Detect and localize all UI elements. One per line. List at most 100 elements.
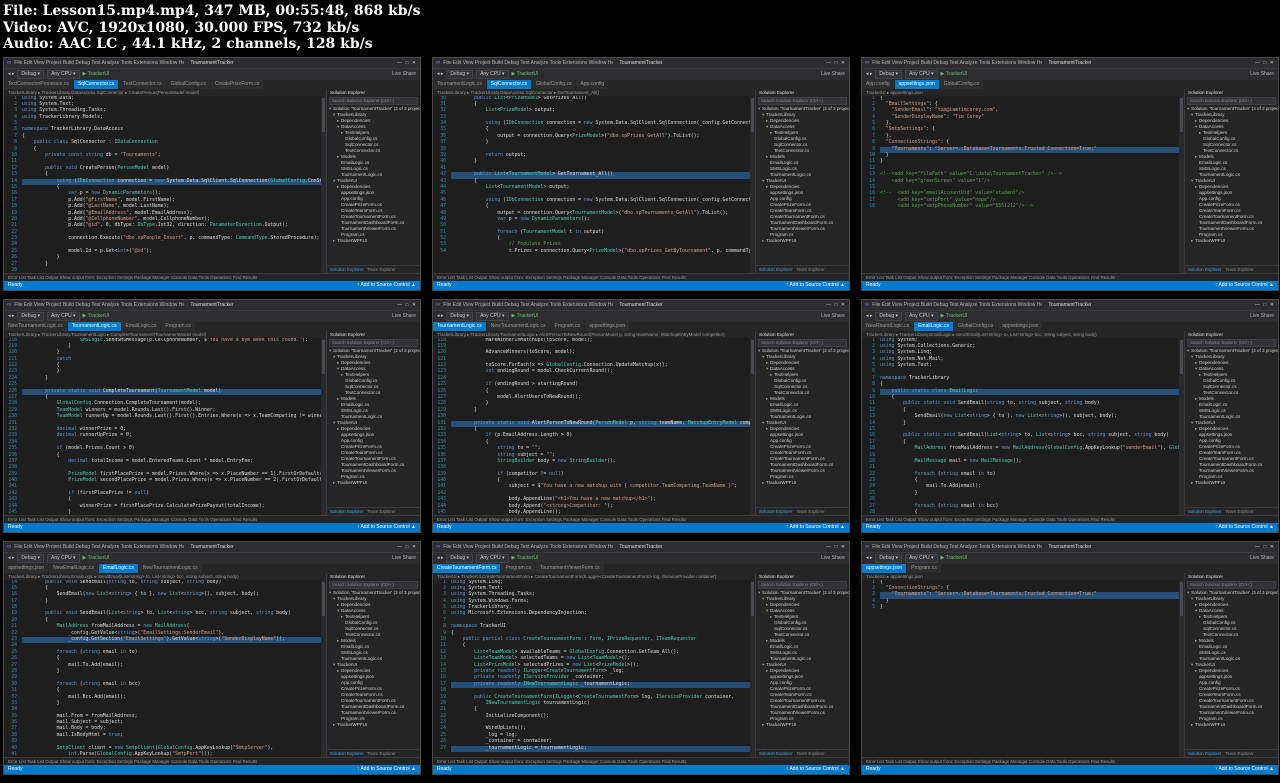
start-debug-button[interactable]: ▶ TrackerUI	[83, 313, 110, 319]
panel-tab[interactable]: Team Explorer	[367, 750, 395, 757]
document-tab[interactable]: SqlConnector.cs	[486, 79, 532, 89]
menu-bar[interactable]: File Edit View Project Build Debug Test …	[443, 60, 613, 66]
menu-bar[interactable]: File Edit View Project Build Debug Test …	[14, 544, 184, 550]
panel-tab[interactable]: Solution Explorer	[1188, 750, 1221, 757]
document-tab[interactable]: appsettings.json	[585, 321, 630, 331]
tree-item[interactable]: ▸ TrackerWPFUI	[1185, 480, 1278, 486]
panel-tab[interactable]: Solution Explorer	[330, 508, 363, 515]
solution-explorer-search-input[interactable]: Search Solution Explorer (Ctrl+;)	[329, 580, 418, 589]
document-tab[interactable]: appsettings.json	[862, 563, 907, 573]
solution-explorer-search-input[interactable]: Search Solution Explorer (Ctrl+;)	[1187, 338, 1276, 347]
editor-breadcrumb[interactable]: TrackerLibrary ▸ TrackerLibrary.EmailLog…	[4, 572, 326, 580]
live-share-button[interactable]: Live Share	[821, 555, 845, 561]
solution-explorer-search-input[interactable]: Search Solution Explorer (Ctrl+;)	[758, 580, 847, 589]
panel-tab[interactable]: Team Explorer	[796, 266, 824, 273]
document-tab[interactable]: EmailLogic.cs	[121, 321, 161, 331]
start-debug-button[interactable]: ▶ TrackerUI	[941, 313, 968, 319]
live-share-button[interactable]: Live Share	[392, 71, 416, 77]
menu-bar[interactable]: File Edit View Project Build Debug Test …	[14, 302, 184, 308]
solution-explorer-search-input[interactable]: Search Solution Explorer (Ctrl+;)	[758, 96, 847, 105]
window-buttons[interactable]: — □ ✕	[397, 302, 417, 308]
tree-item[interactable]: ▸ TrackerWPFUI	[1185, 238, 1278, 244]
editor-scrollbar[interactable]	[1179, 95, 1184, 273]
document-tab[interactable]: TournamentLogic.cs	[67, 321, 121, 331]
nav-back-forward-icons[interactable]: ◂ ▸	[8, 313, 14, 319]
window-buttons[interactable]: — □ ✕	[1255, 302, 1275, 308]
live-share-button[interactable]: Live Share	[1250, 71, 1274, 77]
panel-tab[interactable]: Solution Explorer	[759, 750, 792, 757]
panel-tab[interactable]: Team Explorer	[367, 266, 395, 273]
editor-breadcrumb[interactable]: TrackerLibrary ▸ TrackerLibrary.Tourname…	[4, 330, 326, 338]
platform-dropdown[interactable]: Any CPU ▾	[905, 69, 938, 79]
editor-breadcrumb[interactable]: TrackerLibrary ▸ TrackerLibrary.DataAcce…	[4, 88, 326, 96]
add-to-source-control-button[interactable]: ↑ Add to Source Control ▲	[1215, 766, 1274, 772]
configuration-dropdown[interactable]: Debug ▾	[17, 553, 45, 563]
editor-breadcrumb[interactable]: TrackerLibrary ▸ TrackerLibrary.DataAcce…	[433, 88, 755, 96]
add-to-source-control-button[interactable]: ↑ Add to Source Control ▲	[1215, 524, 1274, 530]
platform-dropdown[interactable]: Any CPU ▾	[47, 553, 80, 563]
document-tab[interactable]: GlobalConfig.cs	[166, 79, 210, 89]
configuration-dropdown[interactable]: Debug ▾	[875, 553, 903, 563]
panel-tab[interactable]: Team Explorer	[367, 508, 395, 515]
bottom-panel-tabs[interactable]: Error List Task List Output Show output …	[433, 756, 849, 765]
bottom-panel-tabs[interactable]: Error List Task List Output Show output …	[4, 272, 420, 281]
configuration-dropdown[interactable]: Debug ▾	[17, 69, 45, 79]
platform-dropdown[interactable]: Any CPU ▾	[476, 311, 509, 321]
document-tab[interactable]: TextConnector.cs	[119, 79, 166, 89]
add-to-source-control-button[interactable]: ↑ Add to Source Control ▲	[786, 766, 845, 772]
nav-back-forward-icons[interactable]: ◂ ▸	[866, 71, 872, 77]
tree-item[interactable]: ▸ TrackerWPFUI	[756, 722, 849, 728]
bottom-panel-tabs[interactable]: Error List Task List Output Show output …	[433, 272, 849, 281]
panel-tab[interactable]: Team Explorer	[1225, 508, 1253, 515]
editor-scrollbar[interactable]	[321, 579, 326, 757]
document-tab[interactable]: CreateTournamentForm.cs	[433, 563, 501, 573]
code-lines[interactable]: using System; using System.Collections.Ge…	[877, 338, 1179, 515]
start-debug-button[interactable]: ▶ TrackerUI	[512, 71, 539, 77]
bottom-panel-tabs[interactable]: Error List Task List Output Show output …	[862, 756, 1278, 765]
panel-tab[interactable]: Team Explorer	[796, 750, 824, 757]
add-to-source-control-button[interactable]: ↑ Add to Source Control ▲	[357, 524, 416, 530]
tree-item[interactable]: ▸ TrackerWPFUI	[756, 238, 849, 244]
document-tab[interactable]: NewTournamentLogic.cs	[486, 321, 550, 331]
document-tab[interactable]: appsettings.json	[4, 563, 49, 573]
menu-bar[interactable]: File Edit View Project Build Debug Test …	[872, 302, 1042, 308]
document-tab[interactable]: GlobalConfig.cs	[532, 79, 576, 89]
window-buttons[interactable]: — □ ✕	[826, 60, 846, 66]
solution-explorer-search-input[interactable]: Search Solution Explorer (Ctrl+;)	[758, 338, 847, 347]
menu-bar[interactable]: File Edit View Project Build Debug Test …	[443, 544, 613, 550]
window-buttons[interactable]: — □ ✕	[1255, 544, 1275, 550]
menu-bar[interactable]: File Edit View Project Build Debug Test …	[872, 60, 1042, 66]
menu-bar[interactable]: File Edit View Project Build Debug Test …	[14, 60, 184, 66]
bottom-panel-tabs[interactable]: Error List Task List Output Show output …	[862, 272, 1278, 281]
bottom-panel-tabs[interactable]: Error List Task List Output Show output …	[862, 514, 1278, 523]
nav-back-forward-icons[interactable]: ◂ ▸	[8, 71, 14, 77]
panel-tab[interactable]: Solution Explorer	[1188, 266, 1221, 273]
configuration-dropdown[interactable]: Debug ▾	[17, 311, 45, 321]
bottom-panel-tabs[interactable]: Error List Task List Output Show output …	[4, 756, 420, 765]
document-tab[interactable]: Program.cs	[550, 321, 585, 331]
document-tab[interactable]: NewEmailLogic.cs	[49, 563, 98, 573]
nav-back-forward-icons[interactable]: ◂ ▸	[866, 313, 872, 319]
panel-tab[interactable]: Team Explorer	[1225, 266, 1253, 273]
bottom-panel-tabs[interactable]: Error List Task List Output Show output …	[4, 514, 420, 523]
editor-breadcrumb[interactable]: TrackerUI ▸ appsettings.json	[862, 572, 1184, 580]
live-share-button[interactable]: Live Share	[821, 71, 845, 77]
code-lines[interactable]: MarkWinnerInMatchups(toScore, model); Ad…	[448, 338, 750, 515]
configuration-dropdown[interactable]: Debug ▾	[875, 69, 903, 79]
platform-dropdown[interactable]: Any CPU ▾	[476, 69, 509, 79]
document-tab[interactable]: TournamentLogic.cs	[433, 79, 486, 89]
document-tab[interactable]: TextConnectorProcessor.cs	[4, 79, 73, 89]
configuration-dropdown[interactable]: Debug ▾	[446, 553, 474, 563]
panel-tab[interactable]: Team Explorer	[1225, 750, 1253, 757]
document-tab[interactable]: EmailLogic.cs	[914, 321, 953, 331]
start-debug-button[interactable]: ▶ TrackerUI	[941, 71, 968, 77]
document-tab[interactable]: NewTournamentLogic.cs	[138, 563, 202, 573]
platform-dropdown[interactable]: Any CPU ▾	[905, 311, 938, 321]
live-share-button[interactable]: Live Share	[392, 555, 416, 561]
panel-tab[interactable]: Solution Explorer	[330, 750, 363, 757]
nav-back-forward-icons[interactable]: ◂ ▸	[437, 313, 443, 319]
window-buttons[interactable]: — □ ✕	[397, 544, 417, 550]
platform-dropdown[interactable]: Any CPU ▾	[476, 553, 509, 563]
nav-back-forward-icons[interactable]: ◂ ▸	[866, 555, 872, 561]
panel-tab[interactable]: Solution Explorer	[759, 266, 792, 273]
